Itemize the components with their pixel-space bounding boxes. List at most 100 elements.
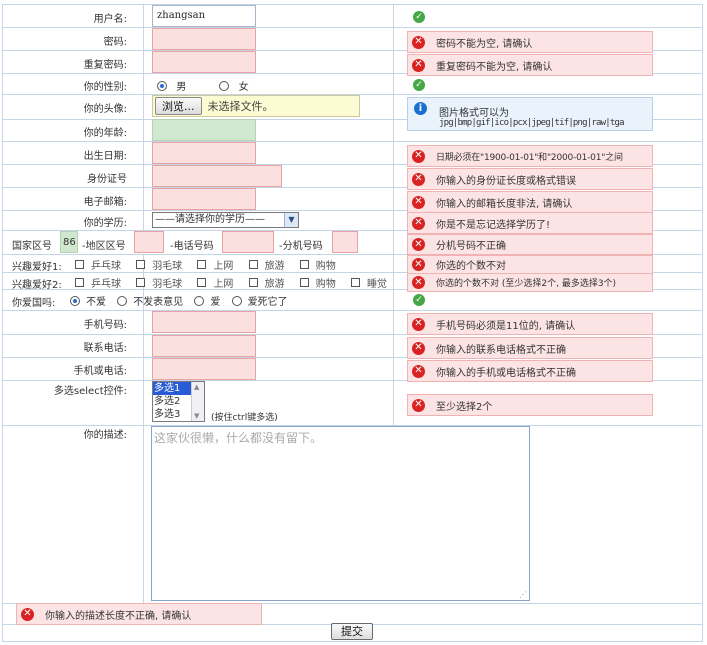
hobby1-checkbox[interactable] [136,260,146,269]
avatar-label: 你的头像: [83,104,127,115]
patriot-radio[interactable] [70,295,80,306]
extension-label: -分机号码 [279,241,323,252]
contact-error-text: 你输入的联系电话格式不正确 [436,344,566,356]
hobby2-checkbox[interactable] [136,278,146,287]
age-input[interactable] [152,119,256,141]
avatar-info-text: 图片格式可以为 [439,108,509,119]
error-icon: ✕ [412,364,425,378]
password-error: ✕ 密码不能为空, 请确认 [407,31,653,53]
hobby1-checkbox[interactable] [248,260,258,269]
info-icon: i [414,102,427,115]
row-divider [2,141,703,142]
patriot-option-label: 爱死它了 [247,297,288,308]
row-divider [2,310,703,311]
password-input[interactable] [152,28,256,50]
patriot-label: 你爱国吗: [12,298,56,309]
birthday-error: ✕ 日期必须在"1900-01-01"和"2000-01-01"之间 [407,145,653,167]
area-code-input[interactable] [134,231,164,253]
patriot-option-label: 爱 [210,297,221,308]
hobby1-checkbox[interactable] [197,260,207,269]
email-error-text: 你输入的邮箱长度非法, 请确认 [436,198,573,210]
submit-button[interactable]: 提交 [331,623,373,640]
hobby2-label: 兴趣爱好2: [12,280,62,291]
chevron-down-icon[interactable]: ▼ [284,213,298,227]
form-border-top [2,4,703,5]
error-icon: ✕ [412,195,425,209]
hobby-option-label: 乒乓球 [91,279,121,290]
form-border-bottom [2,641,703,642]
hobby2-checkbox[interactable] [75,278,84,287]
birthday-label: 出生日期: [83,151,127,162]
gender-options: 男 女 [157,78,249,93]
patriot-radio[interactable] [231,295,242,306]
gender-radio-female[interactable] [219,80,230,91]
description-textarea[interactable]: 这家伙很懒，什么都没有留下。 ⋰ [151,426,530,601]
email-input[interactable] [152,188,256,210]
patriot-radio[interactable] [194,295,205,306]
contact-input[interactable] [152,335,256,357]
error-icon: ✕ [412,58,425,72]
avatar-file-input[interactable]: 浏览... 未选择文件。 [152,95,360,117]
phone-row: 国家区号 [12,237,52,252]
column-divider [393,4,394,425]
username-input[interactable]: zhangsan [152,5,256,27]
education-selected-value: ——请选择你的学历—— [155,214,265,225]
idcard-label: 身份证号 [87,174,127,185]
repassword-input[interactable] [152,51,256,73]
resize-handle-icon[interactable]: ⋰ [519,590,527,599]
file-status: 未选择文件。 [207,100,274,113]
hobby1-checkbox[interactable] [299,260,309,269]
contact-error: ✕ 你输入的联系电话格式不正确 [407,337,653,359]
mobile-label: 手机号码: [83,320,127,331]
extension-input[interactable] [332,231,358,253]
birthday-input[interactable] [152,142,256,164]
hobby-option-label: 羽毛球 [152,261,183,272]
column-divider [702,4,703,642]
hobby2-checkbox[interactable] [299,278,309,287]
contact-label: 联系电话: [83,343,127,354]
avatar-info-formats: jpg|bmp|gif|ico|pcx|jpeg|tif|png|raw|tga [439,118,625,128]
chevron-up-icon[interactable]: ▲ [194,383,199,391]
phone-error: ✕ 分机号码不正确 [407,234,653,255]
gender-radio-male[interactable] [157,80,167,91]
idcard-error-text: 你输入的身份证长度或格式错误 [436,175,576,187]
error-icon: ✕ [21,607,34,621]
multiselect-label: 多选select控件: [53,386,127,397]
phone-number-input[interactable] [222,231,274,253]
column-divider [2,4,3,642]
patriot-radio[interactable] [117,295,128,306]
hobby2-checkbox[interactable] [350,278,360,287]
email-label: 电子邮箱: [83,197,127,208]
multiselect-hint: (按住ctrl键多选) [211,413,278,423]
description-label: 你的描述: [83,430,127,441]
hobby2-checkbox[interactable] [197,278,207,287]
education-select[interactable]: ——请选择你的学历—— ▼ [152,212,299,228]
scrollbar[interactable]: ▲ ▼ [191,382,204,421]
multiselect-listbox[interactable]: 多选1 多选2 多选3 ▲ ▼ [152,381,205,422]
mobile-input[interactable] [152,311,256,333]
idcard-input[interactable] [152,165,282,187]
hobby2-error-text: 你选的个数不对 (至少选择2个, 最多选择3个) [436,279,617,289]
error-icon: ✕ [412,258,425,271]
description-error: ✕ 你输入的描述长度不正确, 请确认 [16,603,262,625]
chevron-down-icon[interactable]: ▼ [194,412,199,420]
avatar-info: i 图片格式可以为 jpg|bmp|gif|ico|pcx|jpeg|tif|p… [407,97,653,131]
country-code-input[interactable]: 86 [60,231,78,253]
error-icon: ✕ [412,341,425,355]
multiselect-option[interactable]: 多选1 [153,382,192,395]
country-code-label: 国家区号 [12,241,52,252]
username-label: 用户名: [93,14,127,25]
phone-error-text: 分机号码不正确 [436,241,506,252]
patriot-option-label: 不爱 [86,297,106,308]
hobby1-checkbox[interactable] [75,260,84,269]
age-label: 你的年龄: [83,128,127,139]
mobile-error: ✕ 手机号码必须是11位的, 请确认 [407,313,653,335]
birthday-error-text: 日期必须在"1900-01-01"和"2000-01-01"之间 [436,152,623,163]
patriot-options: 不爱 不发表意见 爱 爱死它了 [70,293,288,308]
browse-button[interactable]: 浏览... [155,97,202,115]
mobile-or-phone-error-text: 你输入的手机或电话格式不正确 [436,367,576,379]
mobile-or-phone-input[interactable] [152,358,256,380]
hobby2-checkbox[interactable] [248,278,258,287]
multiselect-error: ✕ 至少选择2个 [407,394,653,416]
gender-option-label: 女 [238,82,249,93]
